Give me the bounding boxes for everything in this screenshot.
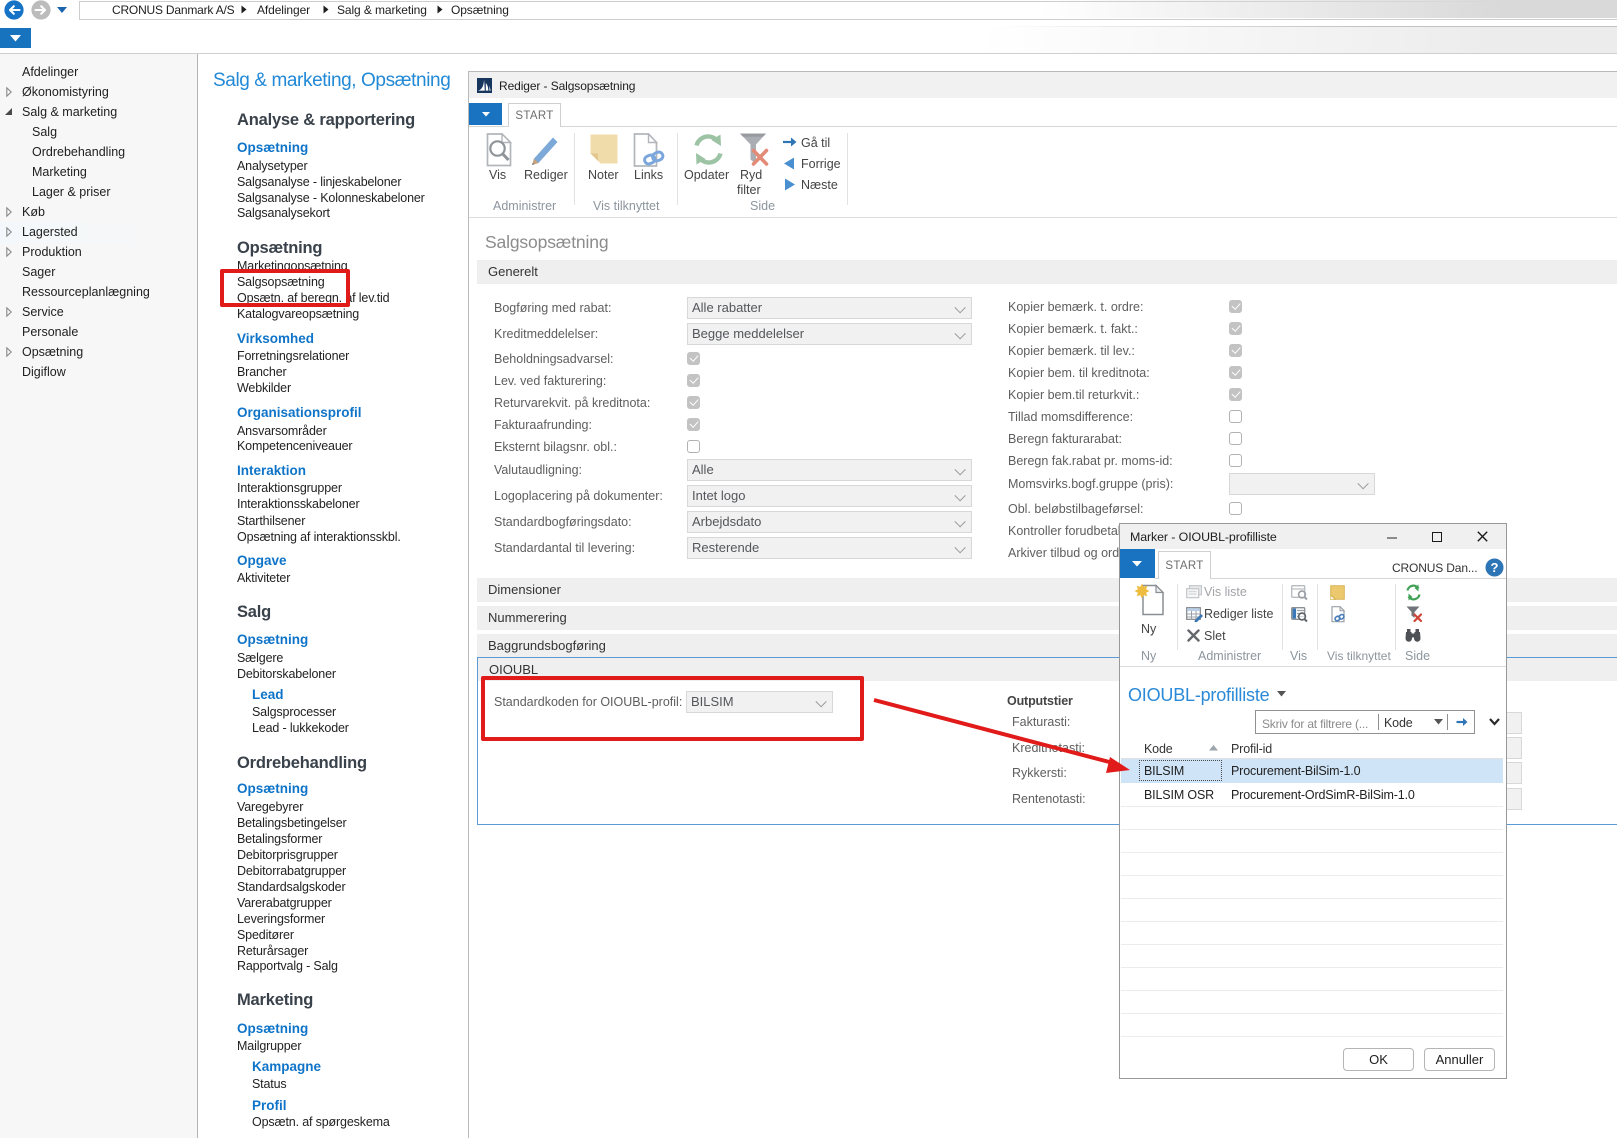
svg-text:?: ? (1491, 560, 1499, 575)
